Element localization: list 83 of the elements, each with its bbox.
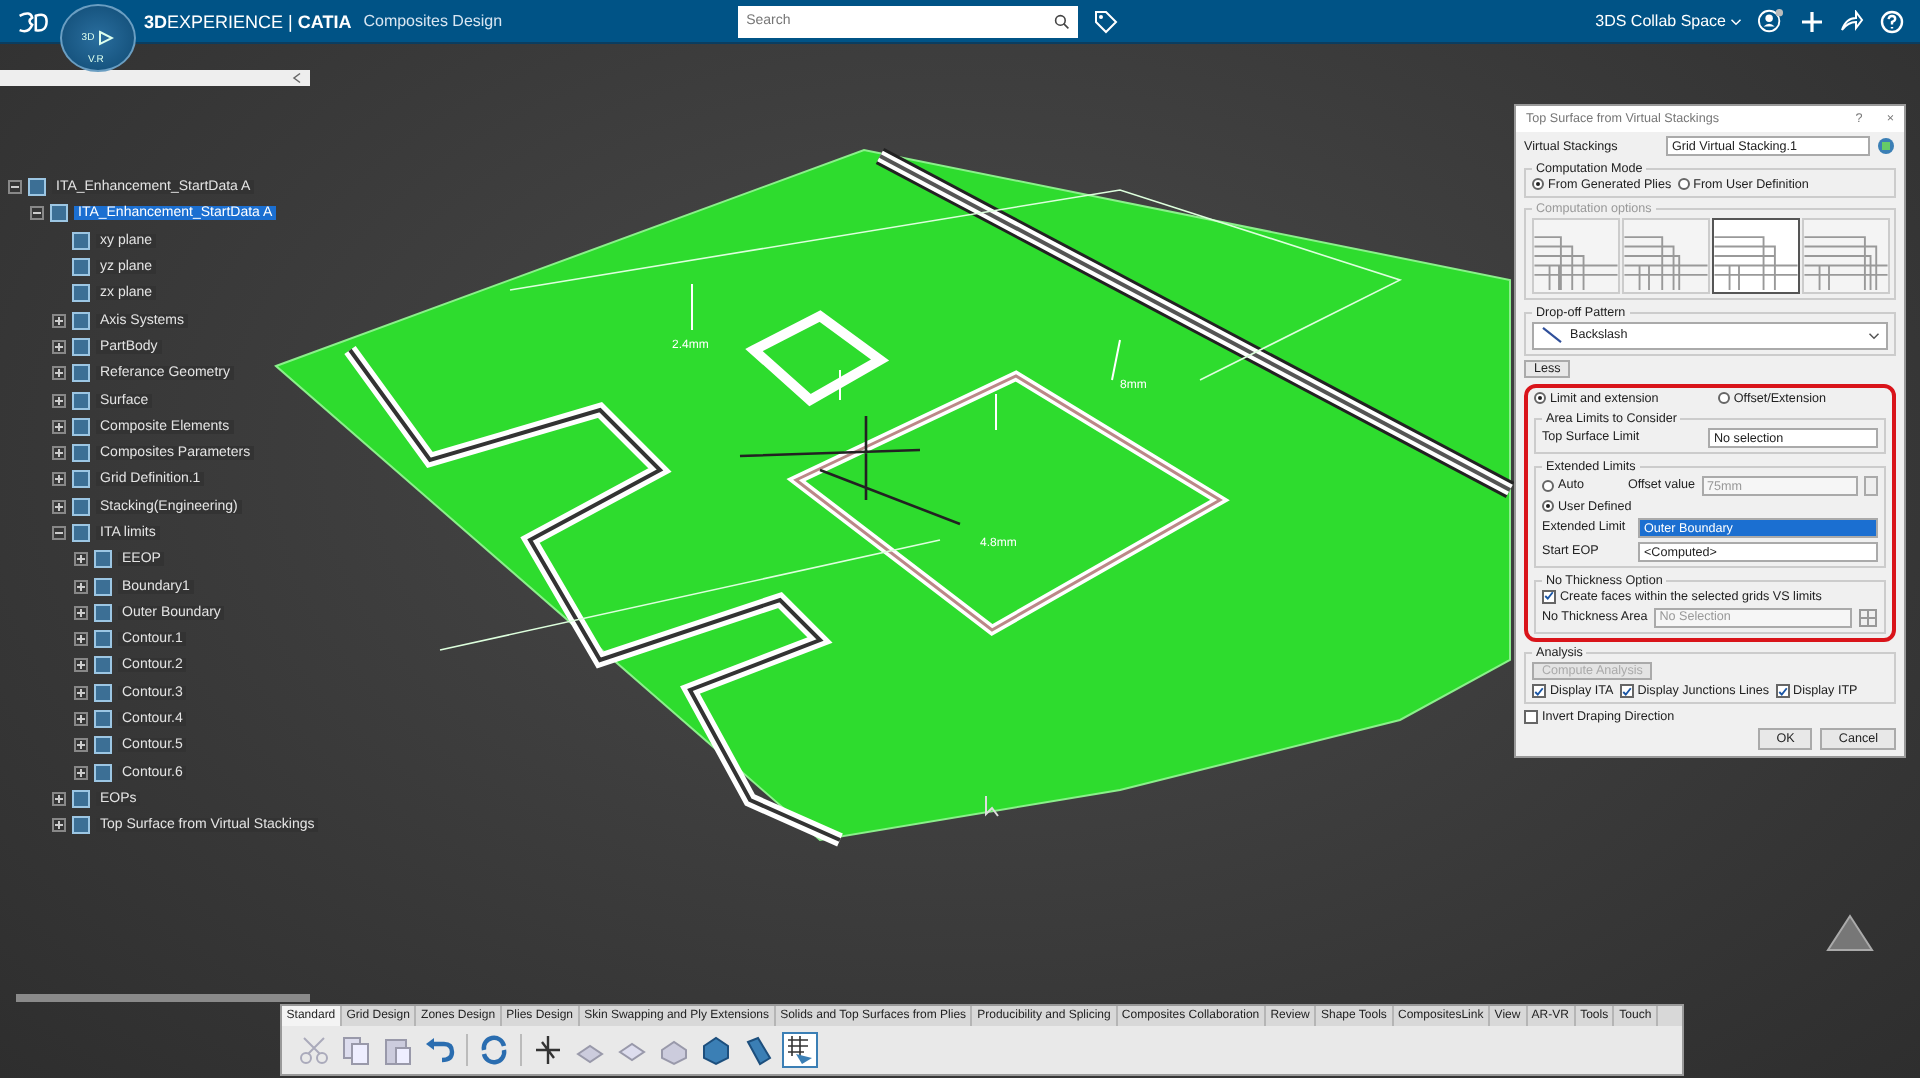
- collapse-toggle[interactable]: [52, 526, 66, 540]
- tree-node-icon: [94, 577, 112, 596]
- tree-node-icon: [94, 630, 112, 649]
- play-icon[interactable]: [98, 30, 115, 46]
- tree-node-icon: [72, 444, 90, 463]
- collapse-toggle[interactable]: [30, 206, 44, 221]
- tree-node-icon: [94, 736, 112, 755]
- tree-node-icon: [94, 656, 112, 675]
- tree-node-icon: [72, 364, 90, 383]
- tree-node-icon: [94, 763, 112, 782]
- tree-node-icon: [72, 284, 90, 303]
- checkbox[interactable]: [1775, 684, 1790, 698]
- expand-toggle[interactable]: [74, 685, 88, 700]
- tree-node-icon: [72, 258, 90, 277]
- expand-toggle[interactable]: [74, 765, 88, 780]
- checkbox[interactable]: [1524, 709, 1538, 723]
- tag-icon[interactable]: [1094, 9, 1119, 33]
- tree-node-icon: [28, 178, 46, 197]
- expand-toggle[interactable]: [74, 738, 88, 753]
- search-icon[interactable]: [1054, 13, 1071, 29]
- expand-toggle[interactable]: [52, 499, 66, 514]
- axis-icon[interactable]: [532, 1034, 564, 1066]
- radio-button[interactable]: [1717, 392, 1730, 404]
- expand-toggle[interactable]: [74, 658, 88, 673]
- backslash-pattern-icon: [1540, 326, 1564, 344]
- tree-node-icon: [72, 311, 90, 330]
- tree-node-icon: [94, 710, 112, 729]
- radio-button[interactable]: [1542, 479, 1554, 491]
- tree-node-icon: [72, 417, 90, 436]
- tree-node-icon: [72, 337, 90, 356]
- share-icon[interactable]: [1840, 9, 1864, 33]
- checkbox[interactable]: [1542, 589, 1556, 603]
- tree-node-icon: [72, 391, 90, 410]
- chevron-down-icon[interactable]: [1868, 331, 1880, 339]
- cursor-icon: [985, 795, 999, 817]
- expand-toggle[interactable]: [74, 712, 88, 727]
- top-surface-icon[interactable]: [784, 1034, 816, 1066]
- collapse-toggle[interactable]: [8, 180, 22, 195]
- expand-toggle[interactable]: [74, 579, 88, 594]
- computation-option-button[interactable]: [1712, 218, 1800, 294]
- expand-toggle[interactable]: [74, 632, 88, 647]
- radio-button[interactable]: [1542, 500, 1554, 512]
- expand-toggle[interactable]: [52, 313, 66, 328]
- undo-icon[interactable]: [424, 1034, 456, 1066]
- tree-node-icon: [72, 816, 90, 835]
- tree-node-icon: [94, 550, 112, 569]
- tree-node-icon: [72, 470, 90, 489]
- horizontal-scrollbar[interactable]: [16, 994, 310, 1002]
- expand-toggle[interactable]: [52, 818, 66, 833]
- help-icon[interactable]: [1880, 9, 1904, 33]
- expand-toggle[interactable]: [52, 339, 66, 354]
- brand-title: 3DEXPERIENCE | CATIA: [144, 11, 352, 31]
- checkbox[interactable]: [1619, 684, 1634, 698]
- collab-space-menu[interactable]: 3DS Collab Space: [1595, 12, 1726, 30]
- expand-toggle[interactable]: [52, 419, 66, 434]
- add-icon[interactable]: [1800, 9, 1824, 33]
- tree-node-icon: [94, 683, 112, 702]
- user-icon[interactable]: [1758, 8, 1784, 34]
- radio-button[interactable]: [1534, 392, 1546, 404]
- tree-node-icon: [72, 497, 90, 516]
- expand-toggle[interactable]: [74, 605, 88, 620]
- expand-toggle[interactable]: [52, 393, 66, 408]
- block-icon[interactable]: [742, 1034, 774, 1066]
- expand-toggle[interactable]: [74, 552, 88, 567]
- orientation-compass-icon[interactable]: [1826, 914, 1874, 951]
- tree-node-icon: [50, 204, 68, 223]
- tree-node-icon: [94, 603, 112, 622]
- radio-button[interactable]: [1532, 178, 1544, 190]
- expand-toggle[interactable]: [52, 366, 66, 381]
- checkbox[interactable]: [1532, 684, 1546, 698]
- logo-icon: [16, 10, 52, 36]
- stacking-icon[interactable]: [1876, 136, 1896, 156]
- tree-node-icon: [72, 789, 90, 808]
- app-name: Composites Design: [363, 12, 503, 30]
- tree-node-icon: [72, 524, 90, 542]
- refresh-icon[interactable]: [478, 1034, 510, 1066]
- tree-node-icon: [72, 231, 90, 250]
- radio-button[interactable]: [1677, 178, 1690, 190]
- expand-toggle[interactable]: [52, 446, 66, 461]
- collapse-chevron-icon[interactable]: [292, 72, 302, 84]
- expand-toggle[interactable]: [52, 472, 66, 487]
- expand-toggle[interactable]: [52, 791, 66, 806]
- block-icon[interactable]: [700, 1034, 732, 1066]
